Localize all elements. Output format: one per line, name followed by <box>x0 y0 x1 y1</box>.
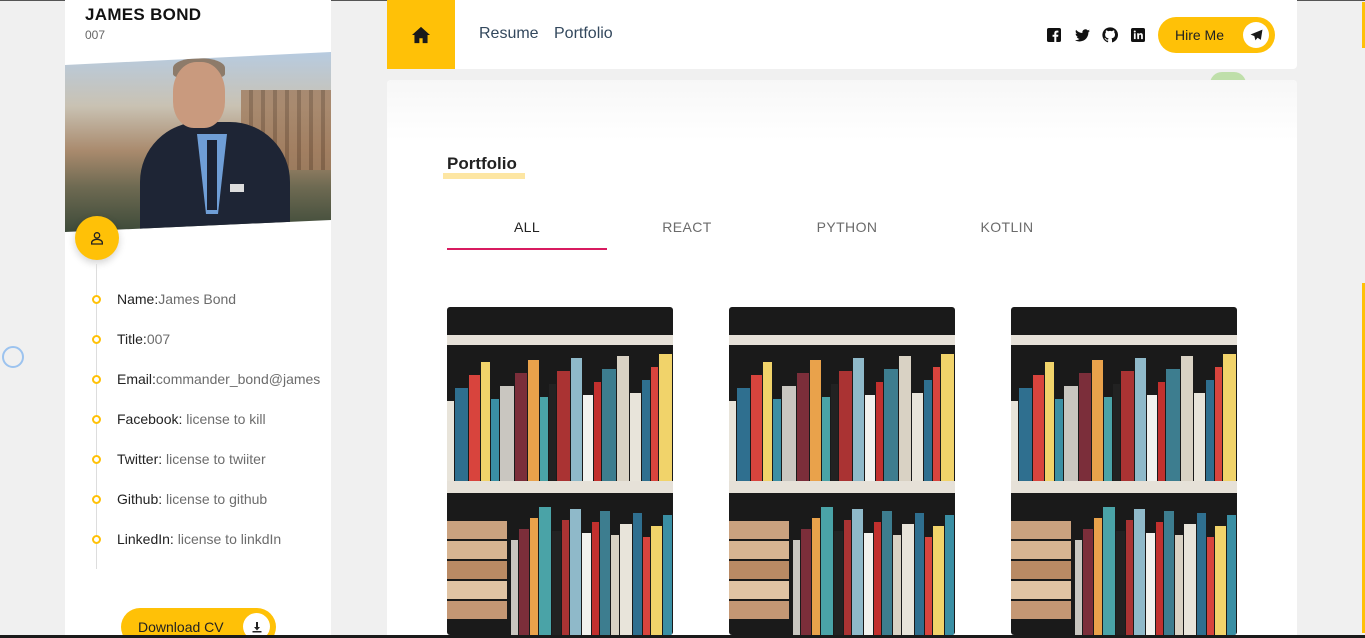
top-navbar: Resume Portfolio Hire Me <box>387 0 1297 69</box>
tab-all[interactable]: ALL <box>447 219 607 235</box>
info-title: Title:007 <box>117 331 170 347</box>
profile-name: JAMES BOND <box>85 5 202 24</box>
twitter-icon[interactable] <box>1074 27 1090 43</box>
timeline-dot <box>92 455 101 464</box>
info-value: commander_bond@james <box>155 371 321 387</box>
info-value: license to linkdIn <box>173 531 282 547</box>
download-cv-label: Download CV <box>138 619 224 635</box>
info-email: Email:commander_bond@james <box>117 371 320 387</box>
info-label: Email: <box>117 371 156 387</box>
info-twitter: Twitter: license to twiiter <box>117 451 266 467</box>
timeline-dot <box>92 335 101 344</box>
info-value: license to github <box>162 491 268 507</box>
timeline-dot <box>92 415 101 424</box>
home-icon <box>412 26 430 43</box>
active-tab-indicator <box>447 248 607 250</box>
portfolio-panel: Portfolio ALL REACT PYTHON KOTLIN <box>387 80 1297 638</box>
info-value: license to kill <box>182 411 266 427</box>
timeline-dot <box>92 295 101 304</box>
info-label: Title: <box>117 331 147 347</box>
info-value: James Bond <box>158 291 237 307</box>
info-github: Github: license to github <box>117 491 267 507</box>
info-label: Twitter: <box>117 451 163 467</box>
info-label: Name: <box>117 291 159 307</box>
hire-me-label: Hire Me <box>1175 27 1225 43</box>
profile-code: 007 <box>85 28 106 42</box>
nav-portfolio[interactable]: Portfolio <box>554 25 613 43</box>
portfolio-card[interactable] <box>447 307 673 635</box>
info-label: Github: <box>117 491 163 507</box>
profile-sidebar: JAMES BOND 007 Name:James Bond Title:007… <box>65 0 331 638</box>
timeline-dot <box>92 495 101 504</box>
info-value: 007 <box>146 331 171 347</box>
info-name: Name:James Bond <box>117 291 236 307</box>
info-label: LinkedIn: <box>117 531 174 547</box>
timeline-dot <box>92 375 101 384</box>
tab-python[interactable]: PYTHON <box>767 219 927 235</box>
page-title: Portfolio <box>447 154 517 173</box>
paper-plane-icon <box>1243 22 1269 48</box>
person-icon[interactable] <box>75 216 119 260</box>
tab-react[interactable]: REACT <box>607 219 767 235</box>
home-button[interactable] <box>387 0 455 69</box>
github-icon[interactable] <box>1102 27 1118 43</box>
nav-resume[interactable]: Resume <box>479 25 539 43</box>
tab-kotlin[interactable]: KOTLIN <box>927 219 1087 235</box>
info-linkedin: LinkedIn: license to linkdIn <box>117 531 281 547</box>
profile-photo <box>65 52 331 232</box>
info-facebook: Facebook: license to kill <box>117 411 266 427</box>
download-cv-button[interactable]: Download CV <box>121 608 276 638</box>
facebook-icon[interactable] <box>1046 27 1062 43</box>
cursor-indicator <box>2 346 24 368</box>
info-value: license to twiiter <box>162 451 266 467</box>
timeline-dot <box>92 535 101 544</box>
hire-me-button[interactable]: Hire Me <box>1158 17 1275 53</box>
portfolio-card[interactable] <box>1011 307 1237 635</box>
linkedin-icon[interactable] <box>1130 27 1146 43</box>
info-label: Facebook: <box>117 411 183 427</box>
portfolio-card[interactable] <box>729 307 955 635</box>
